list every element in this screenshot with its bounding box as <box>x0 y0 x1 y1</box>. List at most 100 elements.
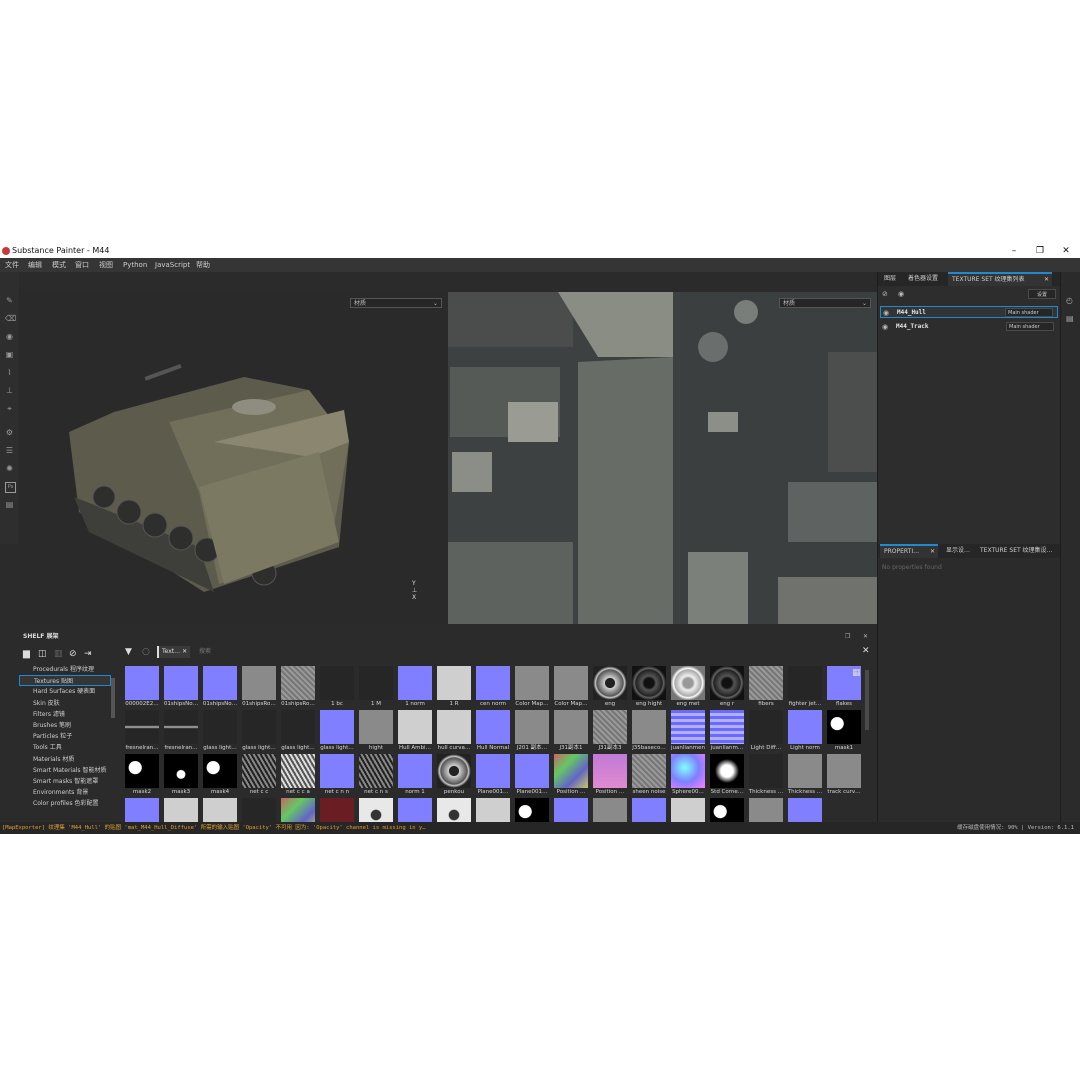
texture-thumbnail[interactable]: net c n n <box>318 754 356 796</box>
bake-icon[interactable]: ✺ <box>5 464 14 473</box>
texture-thumbnail[interactable]: mask4 <box>201 754 239 796</box>
texture-thumbnail[interactable]: sheen noise <box>630 754 668 796</box>
texture-thumbnail[interactable]: hull curva… <box>435 710 473 752</box>
texture-thumbnail[interactable]: fresnelran… <box>123 710 161 752</box>
link-icon[interactable]: ⊘ <box>882 290 888 298</box>
texture-thumbnail[interactable]: juanlianm… <box>708 710 746 752</box>
texture-thumbnail[interactable]: hight <box>357 710 395 752</box>
texture-thumbnail[interactable]: 1 bc <box>318 666 356 708</box>
texture-thumbnail[interactable] <box>591 798 629 822</box>
texture-thumbnail[interactable]: fighter jet… <box>786 666 824 708</box>
settings-gear-icon[interactable]: ⚙ <box>5 428 14 437</box>
texture-thumbnail[interactable]: Hull Normal <box>474 710 512 752</box>
texture-thumbnail[interactable]: 1 R <box>435 666 473 708</box>
texture-thumbnail[interactable] <box>396 798 434 822</box>
shelf-category-item[interactable]: Materials 材质 <box>33 754 74 763</box>
viewport-3d[interactable]: 材质 ⌄ Y ⊥ X <box>19 292 448 624</box>
texture-thumbnail[interactable]: eng r <box>708 666 746 708</box>
texture-thumbnail[interactable] <box>318 798 356 822</box>
texture-thumbnail[interactable] <box>747 798 785 822</box>
close-button[interactable]: ✕ <box>1056 244 1076 258</box>
tab-shader-settings[interactable]: 着色器设置 <box>904 272 942 286</box>
polygon-fill-icon[interactable]: ▣ <box>5 350 14 359</box>
texture-thumbnail[interactable]: mask3 <box>162 754 200 796</box>
shelf-category-item[interactable]: Brushes 笔刷 <box>33 720 71 729</box>
menu-python[interactable]: Python <box>123 258 147 272</box>
texture-thumbnail[interactable]: glass light… <box>240 710 278 752</box>
visibility-eye-icon[interactable]: ◉ <box>883 307 889 319</box>
color-picker-icon[interactable]: ⌖ <box>5 404 14 413</box>
texture-grid-scrollbar[interactable] <box>865 670 869 730</box>
close-icon[interactable]: ✕ <box>930 546 935 558</box>
texture-thumbnail[interactable]: norm 1 <box>396 754 434 796</box>
document-icon[interactable]: ▤ <box>1066 314 1074 323</box>
texture-thumbnail[interactable]: net c n s <box>357 754 395 796</box>
projection-icon[interactable]: ◉ <box>5 332 14 341</box>
texture-thumbnail[interactable] <box>630 798 668 822</box>
shelf-category-item[interactable]: Smart Materials 智能材质 <box>33 765 106 774</box>
texture-thumbnail[interactable] <box>240 798 278 822</box>
grid-view-icon[interactable]: ▦ <box>852 668 861 678</box>
tab-texture-set-settings[interactable]: TEXTURE SET 纹理集设… <box>976 544 1057 558</box>
import-icon[interactable]: ⇥ <box>84 649 92 659</box>
shelf-category-item[interactable]: Skin 皮肤 <box>33 698 60 707</box>
texture-thumbnail[interactable]: Thickness … <box>786 754 824 796</box>
layers-stack-icon[interactable]: ☰ <box>5 446 14 455</box>
texture-thumbnail[interactable]: glass light… <box>279 710 317 752</box>
texture-thumbnail[interactable]: 000002E2… <box>123 666 161 708</box>
texture-thumbnail[interactable]: penkou <box>435 754 473 796</box>
texture-thumbnail[interactable]: fibers <box>747 666 785 708</box>
close-icon[interactable]: ✕ <box>863 630 868 644</box>
shelf-category-item[interactable]: Filters 滤镜 <box>33 709 65 718</box>
texture-set-row-hull[interactable]: ◉ M44_Hull Main shader <box>880 306 1058 318</box>
menu-view[interactable]: 视图 <box>99 258 113 272</box>
minimize-button[interactable]: – <box>1004 244 1024 258</box>
texture-thumbnail[interactable]: 01shipsRo… <box>240 666 278 708</box>
texture-thumbnail[interactable]: net c c <box>240 754 278 796</box>
texture-thumbnail[interactable]: J31副本3 <box>591 710 629 752</box>
texture-thumbnail[interactable] <box>162 798 200 822</box>
maximize-button[interactable]: ❐ <box>1030 244 1050 258</box>
texture-thumbnail[interactable]: Thickness … <box>747 754 785 796</box>
tab-layers[interactable]: 图层 <box>880 272 900 286</box>
smudge-icon[interactable]: ⌇ <box>5 368 14 377</box>
visibility-eye-icon[interactable]: ◉ <box>898 290 904 298</box>
shelf-category-item[interactable]: Environments 背景 <box>33 787 88 796</box>
shader-select[interactable]: Main shader <box>1006 322 1054 331</box>
texture-thumbnail[interactable]: Std Corne… <box>708 754 746 796</box>
menu-window[interactable]: 窗口 <box>75 258 89 272</box>
texture-thumbnail[interactable]: mask1 <box>825 710 863 752</box>
tab-properties[interactable]: PROPERTI… ✕ <box>880 544 938 558</box>
texture-thumbnail[interactable]: eng met <box>669 666 707 708</box>
filter-chip[interactable]: Text… ✕ <box>157 646 191 658</box>
texture-thumbnail[interactable]: Sphere00… <box>669 754 707 796</box>
tab-texture-set-list[interactable]: TEXTURE SET 纹理集列表 ✕ <box>948 272 1052 286</box>
hide-icon[interactable]: ⊘ <box>69 649 77 659</box>
menu-help[interactable]: 帮助 <box>196 258 210 272</box>
texture-thumbnail[interactable] <box>474 798 512 822</box>
shelf-category-item[interactable]: Particles 粒子 <box>33 731 72 740</box>
photoshop-export-icon[interactable]: Ps <box>5 482 16 493</box>
texture-thumbnail[interactable]: 01shipsNo… <box>162 666 200 708</box>
texture-thumbnail[interactable]: J35baseco… <box>630 710 668 752</box>
texture-thumbnail[interactable]: Position … <box>591 754 629 796</box>
history-icon[interactable]: ◴ <box>1066 296 1073 305</box>
close-icon[interactable]: ✕ <box>182 648 187 655</box>
texture-thumbnail[interactable] <box>513 798 551 822</box>
texture-thumbnail[interactable]: net c c a <box>279 754 317 796</box>
delete-icon[interactable]: ▥ <box>54 649 63 659</box>
texture-thumbnail[interactable]: Hull Ambi… <box>396 710 434 752</box>
texture-thumbnail[interactable] <box>123 798 161 822</box>
close-icon[interactable]: ✕ <box>1044 274 1049 286</box>
texture-thumbnail[interactable]: J201 副本… <box>513 710 551 752</box>
texture-thumbnail[interactable] <box>201 798 239 822</box>
eraser-icon[interactable]: ⌫ <box>5 314 16 323</box>
new-folder-icon[interactable]: ◫ <box>38 649 47 659</box>
texture-thumbnail[interactable] <box>435 798 473 822</box>
shelf-category-item[interactable]: Color profiles 色彩配置 <box>33 798 99 807</box>
texture-thumbnail[interactable]: Color Map… <box>552 666 590 708</box>
shelf-category-item[interactable]: Procedurals 程序纹理 <box>33 664 94 673</box>
texture-thumbnail[interactable]: 01shipsNo… <box>201 666 239 708</box>
menu-mode[interactable]: 模式 <box>52 258 66 272</box>
texture-thumbnail[interactable]: mask2 <box>123 754 161 796</box>
